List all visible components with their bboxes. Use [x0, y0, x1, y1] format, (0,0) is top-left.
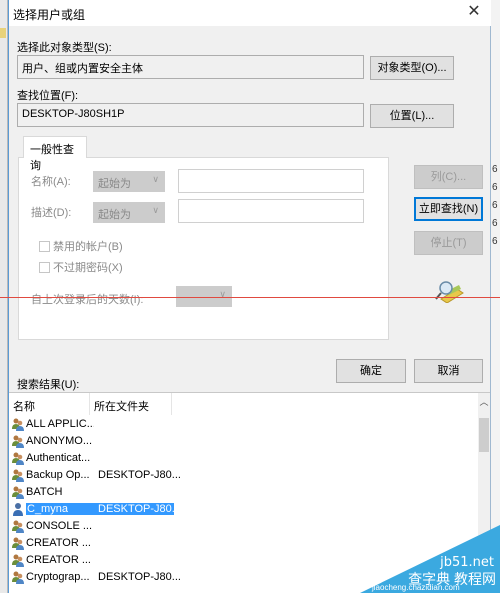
watermark-domain: jb51.net — [440, 555, 494, 570]
description-input[interactable] — [178, 199, 364, 223]
result-row[interactable]: Cryptograp... DESKTOP-J80... — [11, 568, 181, 585]
object-type-field: 用户、组或内置安全主体 — [17, 55, 364, 79]
close-icon[interactable]: ✕ — [465, 3, 483, 21]
group-icon — [11, 468, 25, 482]
background-glyph: 6 — [492, 182, 498, 193]
checkbox-box[interactable] — [39, 240, 50, 252]
disabled-accounts-checkbox[interactable]: 禁用的帐户(B) — [39, 238, 123, 254]
name-mode-value: 起始为 — [98, 178, 131, 190]
watermark-url: jiaocheng.chazidian.com — [372, 583, 460, 592]
chevron-down-icon: ∨ — [152, 174, 159, 184]
result-row[interactable]: CREATOR ... — [11, 551, 174, 568]
cancel-button[interactable]: 取消 — [414, 359, 483, 383]
result-row[interactable]: ALL APPLIC... — [11, 415, 174, 432]
result-row[interactable]: BATCH — [11, 483, 174, 500]
result-folder: DESKTOP-J80... — [94, 502, 181, 515]
chevron-down-icon: ∨ — [152, 205, 159, 215]
scroll-up-icon[interactable]: ︿ — [478, 395, 490, 409]
result-folder: DESKTOP-J80... — [98, 468, 181, 481]
non-expiring-password-checkbox[interactable]: 不过期密码(X) — [39, 259, 123, 275]
result-name: BATCH — [26, 485, 63, 498]
checkbox-box[interactable] — [39, 261, 50, 273]
location-label: 查找位置(F): — [17, 90, 79, 102]
non-expiring-password-label: 不过期密码(X) — [53, 262, 123, 274]
background-glyph: 6 — [492, 218, 498, 229]
disabled-accounts-label: 禁用的帐户(B) — [53, 241, 123, 253]
result-row[interactable]: CONSOLE ... — [11, 517, 174, 534]
ok-button[interactable]: 确定 — [336, 359, 406, 383]
result-name: ANONYMO... — [26, 434, 93, 447]
result-row[interactable]: Backup Op... DESKTOP-J80... — [11, 466, 181, 483]
user-icon — [11, 502, 25, 516]
find-now-button[interactable]: 立即查找(N) — [414, 197, 483, 221]
search-animation-icon — [435, 281, 464, 303]
group-icon — [11, 485, 25, 499]
columns-button[interactable]: 列(C)... — [414, 165, 483, 189]
result-name: ALL APPLIC... — [26, 417, 94, 430]
days-since-logon-label: 自上次登录后的天数(I): — [31, 294, 144, 306]
result-row[interactable]: Authenticat... — [11, 449, 174, 466]
result-name: C_myna — [26, 502, 94, 515]
object-types-button[interactable]: 对象类型(O)... — [370, 56, 454, 80]
group-icon — [11, 417, 25, 431]
location-field: DESKTOP-J80SH1P — [17, 103, 364, 127]
result-name: CONSOLE ... — [26, 519, 93, 532]
column-header-name[interactable]: 名称 — [9, 393, 90, 415]
result-name: Authenticat... — [26, 451, 91, 464]
group-icon — [11, 519, 25, 533]
result-row[interactable]: ANONYMO... — [11, 432, 174, 449]
name-label: 名称(A): — [31, 176, 71, 188]
group-icon — [11, 553, 25, 567]
result-name: CREATOR ... — [26, 553, 91, 566]
result-folder: DESKTOP-J80... — [98, 570, 181, 583]
result-row[interactable]: C_myna DESKTOP-J80... — [11, 500, 181, 517]
result-name: Backup Op... — [26, 468, 90, 481]
result-name: CREATOR ... — [26, 536, 91, 549]
common-queries-panel: 名称(A): 起始为 ∨ 描述(D): 起始为 ∨ 禁用的帐户(B) 不过期密码… — [18, 157, 389, 340]
column-header-folder[interactable]: 所在文件夹 — [90, 393, 172, 415]
group-icon — [11, 434, 25, 448]
group-icon — [11, 536, 25, 550]
result-row[interactable]: CREATOR ... — [11, 534, 174, 551]
object-type-label: 选择此对象类型(S): — [17, 42, 112, 54]
background-glyph: 6 — [492, 236, 498, 247]
background-folder-icon — [0, 28, 6, 38]
watermark: jb51.net 查字典 教程网 jiaocheng.chazidian.com — [360, 525, 500, 593]
name-mode-select[interactable]: 起始为 ∨ — [93, 171, 165, 192]
annotation-line — [0, 297, 500, 298]
description-mode-select[interactable]: 起始为 ∨ — [93, 202, 165, 223]
tab-common-queries[interactable]: 一般性查询 — [23, 136, 87, 172]
title-bar[interactable]: 选择用户或组 ✕ — [9, 0, 491, 26]
result-name: Cryptograp... — [26, 570, 90, 583]
background-glyph: 6 — [492, 164, 498, 175]
name-input[interactable] — [178, 169, 364, 193]
group-icon — [11, 451, 25, 465]
description-mode-value: 起始为 — [98, 209, 131, 221]
description-label: 描述(D): — [31, 207, 72, 219]
background-glyph: 6 — [492, 200, 498, 211]
chevron-down-icon: ∨ — [219, 289, 226, 299]
dialog-title: 选择用户或组 — [13, 8, 86, 22]
search-results-label: 搜索结果(U): — [17, 379, 80, 391]
locations-button[interactable]: 位置(L)... — [370, 104, 454, 128]
stop-button[interactable]: 停止(T) — [414, 231, 483, 255]
scrollbar-thumb[interactable] — [479, 418, 489, 452]
group-icon — [11, 570, 25, 584]
